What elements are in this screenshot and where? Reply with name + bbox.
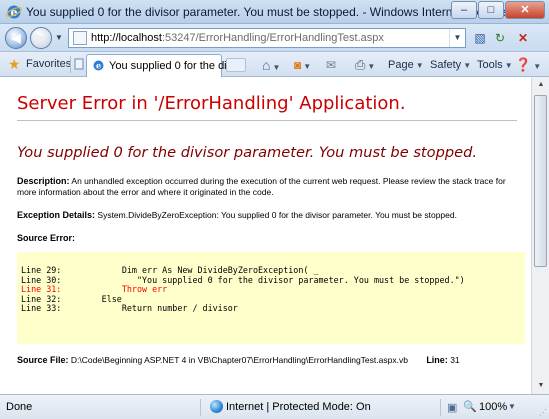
page-icon bbox=[73, 31, 87, 45]
scroll-up-icon[interactable]: ▲ bbox=[533, 77, 549, 93]
close-button[interactable]: ✕ bbox=[505, 1, 545, 19]
url-path: :53247/ErrorHandling/ErrorHandlingTest.a… bbox=[161, 32, 384, 44]
source-code-box: Line 29: Dim err As New DivideByZeroExce… bbox=[17, 252, 525, 344]
forward-button[interactable]: ▶ bbox=[30, 27, 52, 49]
ie-logo-icon: e bbox=[6, 5, 22, 19]
code-line: Line 33: Return number / divisor bbox=[21, 303, 238, 314]
tools-menu-label: Tools bbox=[477, 59, 503, 71]
zoom-dropdown-icon[interactable]: ▼ bbox=[508, 402, 516, 411]
feeds-icon[interactable]: ◙ ▼ bbox=[294, 57, 311, 75]
home-icon[interactable]: ⌂ ▼ bbox=[262, 57, 280, 76]
zoom-level[interactable]: 100% bbox=[479, 401, 507, 413]
window-title: You supplied 0 for the divisor parameter… bbox=[26, 5, 511, 19]
compatibility-view-icon[interactable]: ▧ bbox=[470, 29, 490, 47]
scrollbar-thumb[interactable] bbox=[534, 95, 547, 267]
exception-text: System.DivideByZeroException: You suppli… bbox=[97, 210, 457, 220]
zoom-icon[interactable]: 🔍 bbox=[463, 400, 477, 413]
recent-pages-dropdown-icon[interactable]: ▼ bbox=[55, 33, 63, 42]
title-bar: e You supplied 0 for the divisor paramet… bbox=[0, 0, 549, 24]
new-tab-button[interactable] bbox=[226, 58, 246, 72]
safety-menu[interactable]: Safety ▼ bbox=[430, 57, 471, 74]
safety-menu-label: Safety bbox=[430, 59, 462, 71]
status-text: Done bbox=[6, 401, 33, 413]
page-menu[interactable]: Page ▼ bbox=[388, 57, 424, 74]
security-zone-text[interactable]: Internet | Protected Mode: On bbox=[226, 401, 371, 413]
address-dropdown-icon[interactable]: ▼ bbox=[449, 29, 465, 47]
page-content: Server Error in '/ErrorHandling' Applica… bbox=[0, 77, 531, 394]
maximize-button[interactable]: □ bbox=[478, 1, 504, 19]
source-file-path: D:\Code\Beginning ASP.NET 4 in VB\Chapte… bbox=[70, 355, 408, 365]
source-file-label: Source File: bbox=[17, 355, 69, 365]
status-separator bbox=[440, 399, 441, 416]
tab-bar: ★ Favorites e You supplied 0 for the div… bbox=[0, 52, 549, 77]
svg-text:e: e bbox=[96, 61, 101, 71]
address-url[interactable]: http://localhost:53247/ErrorHandling/Err… bbox=[91, 32, 384, 44]
source-code: Line 29: Dim err As New DivideByZeroExce… bbox=[21, 265, 465, 314]
favorites-button[interactable]: ★ Favorites bbox=[6, 55, 77, 74]
source-error-label: Source Error: bbox=[17, 233, 76, 243]
back-button[interactable]: ◀ bbox=[5, 27, 27, 49]
status-separator bbox=[200, 399, 201, 416]
url-host: http://localhost bbox=[91, 32, 162, 44]
line-label: Line: bbox=[426, 355, 448, 365]
status-bar: Done Internet | Protected Mode: On ▣ 🔍 1… bbox=[0, 394, 549, 419]
tab-separator bbox=[70, 56, 71, 73]
protected-mode-icon[interactable]: ▣ bbox=[447, 401, 457, 414]
quick-tabs-icon[interactable] bbox=[74, 58, 84, 70]
description-text: An unhandled exception occurred during t… bbox=[17, 176, 506, 197]
vertical-scrollbar[interactable]: ▲ ▼ bbox=[531, 77, 549, 394]
stop-icon[interactable]: ✕ bbox=[513, 29, 533, 47]
scroll-down-icon[interactable]: ▼ bbox=[533, 378, 549, 394]
resize-grip-icon[interactable]: ⋰ bbox=[539, 408, 547, 417]
refresh-icon[interactable]: ↻ bbox=[490, 29, 510, 47]
ie-page-icon: e bbox=[93, 60, 104, 71]
favorites-star-icon: ★ bbox=[8, 56, 21, 72]
description-section: Description: An unhandled exception occu… bbox=[17, 176, 517, 198]
exception-label: Exception Details: bbox=[17, 210, 96, 220]
error-message: You supplied 0 for the divisor parameter… bbox=[17, 144, 477, 161]
navigation-bar: ◀ ▶ ▼ http://localhost:53247/ErrorHandli… bbox=[0, 24, 549, 52]
favorites-label: Favorites bbox=[26, 58, 72, 70]
minimize-button[interactable]: – bbox=[451, 1, 477, 19]
internet-zone-icon bbox=[210, 400, 223, 413]
tab-label: You supplied 0 for the divi... bbox=[109, 60, 244, 72]
exception-details-section: Exception Details: System.DivideByZeroEx… bbox=[17, 210, 517, 221]
tools-menu[interactable]: Tools ▼ bbox=[477, 57, 513, 74]
print-icon[interactable]: ⎙ ▼ bbox=[355, 57, 375, 75]
source-file-section: Source File: D:\Code\Beginning ASP.NET 4… bbox=[17, 355, 517, 366]
tab-active[interactable]: e You supplied 0 for the divi... bbox=[86, 54, 244, 77]
heading-divider bbox=[17, 120, 517, 121]
read-mail-icon[interactable]: ✉ bbox=[326, 57, 336, 73]
page-heading: Server Error in '/ErrorHandling' Applica… bbox=[17, 93, 406, 114]
description-label: Description: bbox=[17, 176, 70, 186]
page-menu-label: Page bbox=[388, 59, 414, 71]
help-icon[interactable]: ❓ ▼ bbox=[515, 57, 541, 75]
window-controls: – □ ✕ bbox=[450, 1, 545, 19]
address-bar[interactable]: http://localhost:53247/ErrorHandling/Err… bbox=[68, 28, 466, 48]
line-number: 31 bbox=[450, 355, 460, 365]
